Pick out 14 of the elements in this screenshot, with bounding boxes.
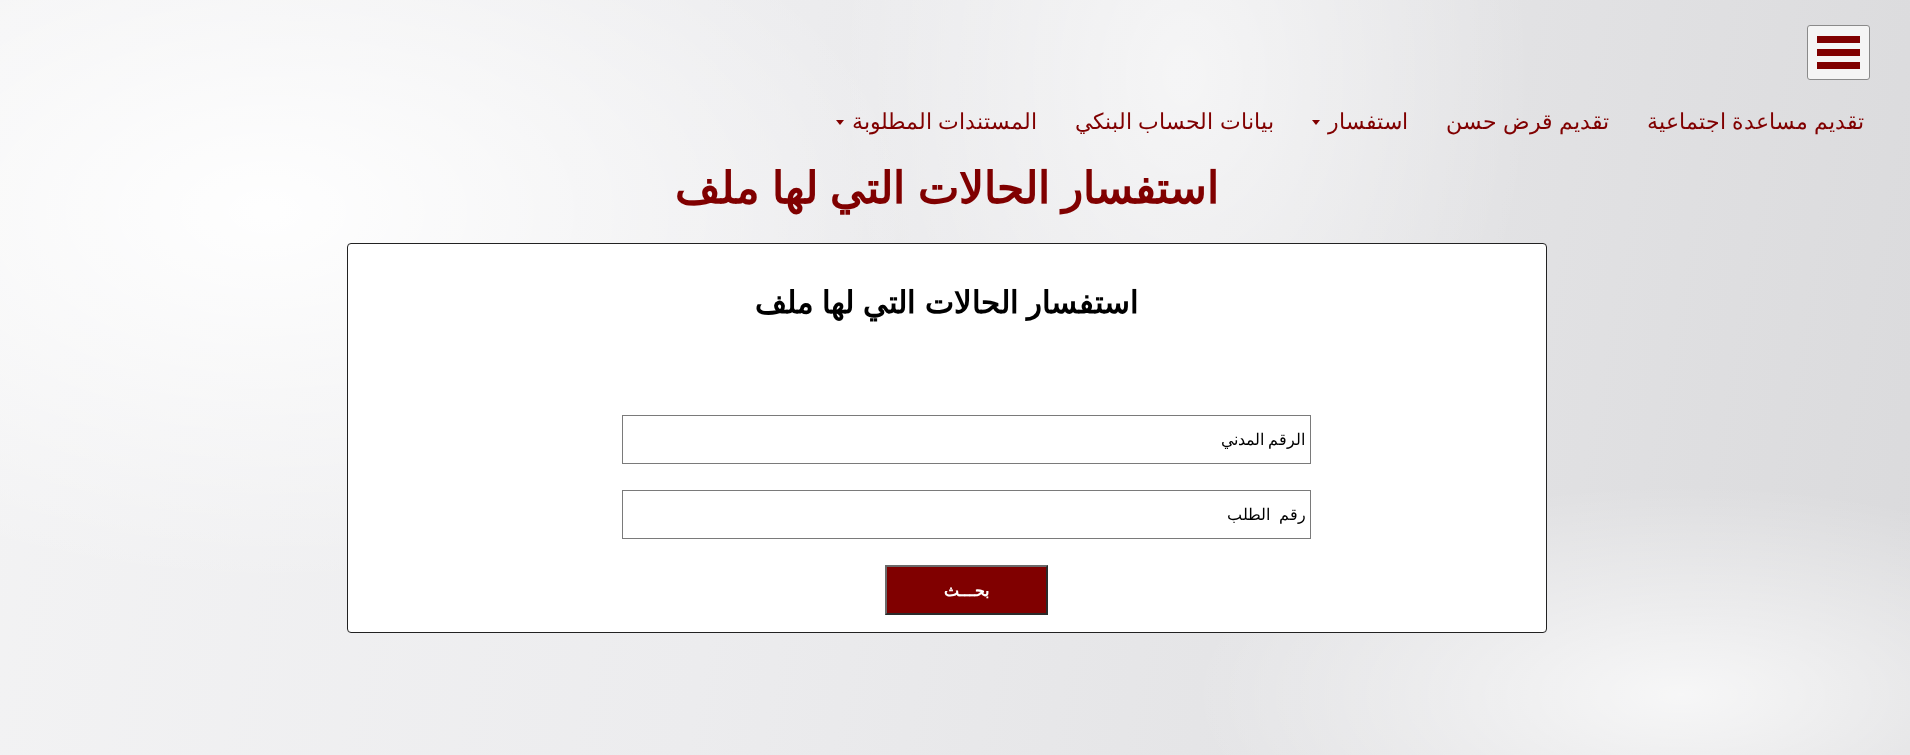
card-heading: استفسار الحالات التي لها ملف <box>754 284 1140 322</box>
caret-icon <box>1311 119 1320 125</box>
input-field[interactable]: رقم الطلب <box>621 490 1311 539</box>
nav-link[interactable]: تقديم قرض حسن <box>1445 109 1609 135</box>
nav-link[interactable]: استفسار <box>1311 109 1408 135</box>
search-button[interactable]: بحـــث <box>884 565 1048 615</box>
input-field[interactable]: الرقم المدني <box>621 415 1311 464</box>
menu-icon <box>1817 36 1860 69</box>
menu-button[interactable] <box>1807 25 1870 80</box>
page-title: استفسار الحالات التي لها ملف <box>675 163 1219 213</box>
nav-link[interactable]: بيانات الحساب البنكي <box>1075 109 1274 135</box>
caret-icon <box>836 119 845 125</box>
nav-link[interactable]: تقديم مساعدة اجتماعية <box>1646 109 1864 135</box>
nav-link[interactable]: المستندات المطلوبة <box>836 109 1038 135</box>
